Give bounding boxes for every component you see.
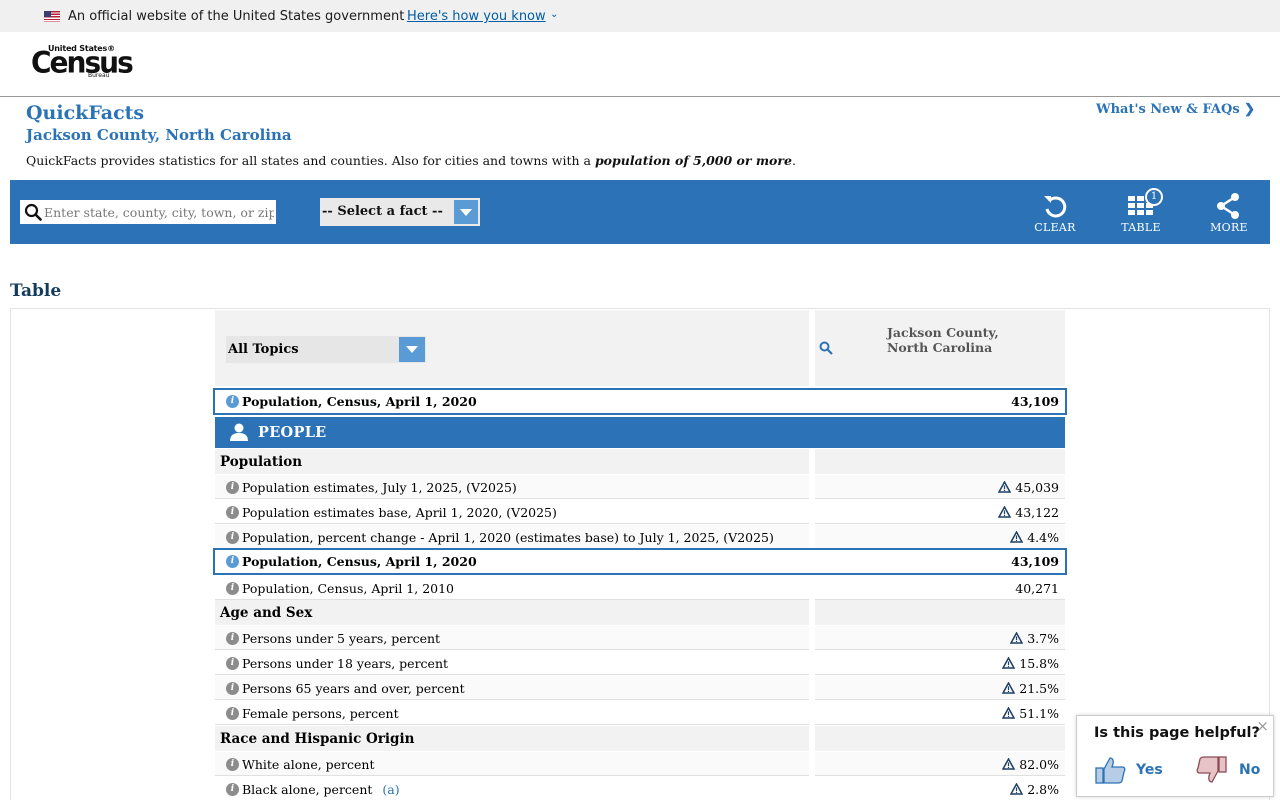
close-icon[interactable]: ×: [1256, 719, 1269, 734]
category-row: Population: [215, 449, 1065, 474]
info-icon[interactable]: i: [226, 783, 239, 796]
warning-icon[interactable]: [1010, 632, 1024, 644]
warning-icon[interactable]: [1002, 657, 1016, 669]
page-description: QuickFacts provides statistics for all s…: [26, 153, 796, 168]
info-icon[interactable]: i: [226, 707, 239, 720]
info-icon[interactable]: i: [226, 555, 239, 568]
table-row[interactable]: i Population estimates, July 1, 2025, (V2…: [215, 475, 1065, 500]
warning-icon[interactable]: [1002, 758, 1016, 770]
info-icon[interactable]: i: [226, 506, 239, 519]
table-row[interactable]: i Population, percent change - April 1, 2…: [215, 525, 1065, 550]
dropdown-arrow-icon: [454, 200, 478, 224]
table-row[interactable]: i Population, Census, April 1, 2010 40,27…: [215, 576, 1065, 601]
header-divider: [0, 96, 1280, 97]
table-row[interactable]: i Persons 65 years and over, percent 21.5…: [215, 676, 1065, 701]
geography-column-header: Jackson County, North Carolina: [887, 325, 999, 355]
people-section-header: PEOPLE: [215, 417, 1065, 448]
dropdown-arrow-icon: [399, 337, 425, 362]
info-icon[interactable]: i: [226, 582, 239, 595]
person-icon: [230, 423, 248, 441]
pinned-fact-row[interactable]: i Population, Census, April 1, 2020 43,10…: [213, 388, 1067, 416]
footnote-link[interactable]: (a): [382, 782, 399, 797]
info-icon[interactable]: i: [226, 657, 239, 670]
topics-dropdown[interactable]: All Topics: [226, 336, 426, 363]
search-icon: [24, 203, 42, 221]
census-logo[interactable]: United States® Census Bureau: [31, 44, 134, 84]
chevron-down-icon[interactable]: ⌄: [550, 9, 558, 20]
table-row[interactable]: i Persons under 18 years, percent 15.8%: [215, 651, 1065, 676]
table-row[interactable]: i Persons under 5 years, percent 3.7%: [215, 626, 1065, 651]
section-title-table: Table: [10, 281, 62, 301]
info-icon[interactable]: i: [226, 682, 239, 695]
clear-button[interactable]: CLEAR: [1025, 192, 1085, 236]
quickfacts-toolbar: -- Select a fact -- CLEAR 1 TABLE MORE: [10, 180, 1270, 244]
table-row[interactable]: i Black alone, percent (a) 2.8%: [215, 777, 1065, 800]
feedback-no-button[interactable]: No: [1195, 755, 1265, 787]
info-icon[interactable]: i: [226, 758, 239, 771]
info-icon[interactable]: i: [226, 632, 239, 645]
geography-search-input[interactable]: [44, 202, 274, 222]
search-icon[interactable]: [819, 341, 833, 355]
select-fact-dropdown[interactable]: -- Select a fact --: [320, 198, 480, 226]
thumbs-up-icon: [1095, 757, 1126, 784]
table-row[interactable]: i Female persons, percent 51.1%: [215, 701, 1065, 726]
gov-banner-text: An official website of the United States…: [68, 9, 405, 24]
warning-icon[interactable]: [1002, 682, 1016, 694]
share-icon: [1217, 193, 1239, 219]
warning-icon[interactable]: [1010, 783, 1024, 795]
table-button[interactable]: 1 TABLE: [1111, 188, 1171, 236]
page-title: QuickFacts: [26, 102, 145, 124]
table-count-badge: 1: [1145, 188, 1163, 206]
chevron-right-icon: ❯: [1244, 102, 1256, 117]
heres-how-you-know-link[interactable]: Here's how you know: [407, 9, 546, 24]
warning-icon[interactable]: [998, 481, 1012, 493]
info-icon[interactable]: i: [226, 531, 239, 544]
gov-banner: An official website of the United States…: [0, 0, 1280, 32]
table-row-highlighted[interactable]: i Population, Census, April 1, 2020 43,10…: [213, 548, 1067, 576]
warning-icon[interactable]: [1010, 531, 1024, 543]
feedback-popup: Is this page helpful? × Yes No: [1076, 715, 1274, 797]
more-button[interactable]: MORE: [1199, 192, 1259, 236]
info-icon[interactable]: i: [226, 395, 239, 408]
us-flag-icon: [44, 11, 60, 22]
feedback-yes-button[interactable]: Yes: [1095, 755, 1165, 787]
geography-search: [20, 200, 276, 224]
whats-new-faqs-link[interactable]: What's New & FAQs ❯: [1096, 102, 1255, 117]
info-icon[interactable]: i: [226, 481, 239, 494]
thumbs-down-icon: [1196, 756, 1227, 783]
table-row[interactable]: i Population estimates base, April 1, 202…: [215, 500, 1065, 525]
feedback-question: Is this page helpful?: [1094, 725, 1260, 741]
warning-icon[interactable]: [998, 506, 1012, 518]
refresh-icon: [1044, 196, 1067, 218]
category-row: Race and Hispanic Origin: [215, 726, 1065, 751]
table-row[interactable]: i White alone, percent 82.0%: [215, 752, 1065, 777]
geography-subtitle: Jackson County, North Carolina: [26, 126, 292, 144]
warning-icon[interactable]: [1002, 707, 1016, 719]
category-row: Age and Sex: [215, 600, 1065, 625]
